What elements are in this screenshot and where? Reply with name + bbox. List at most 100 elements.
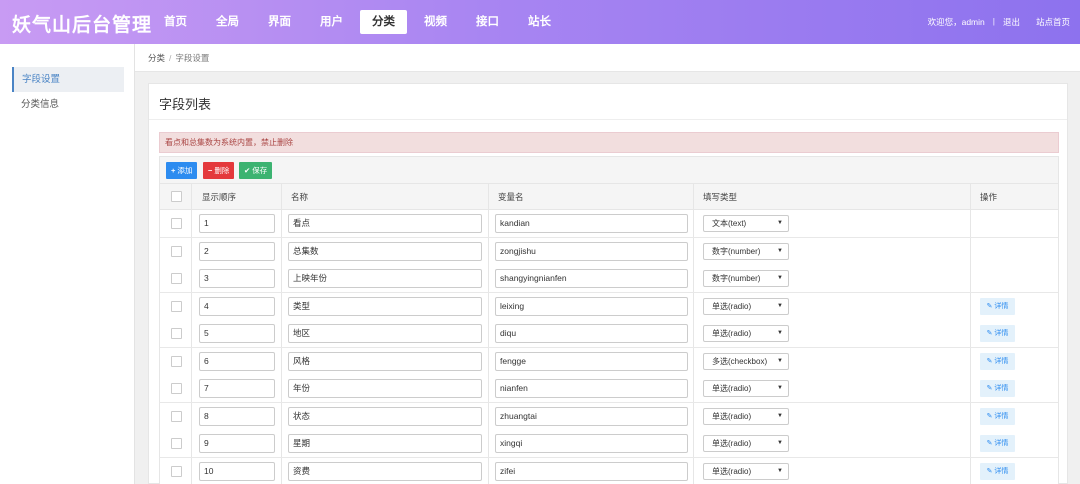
order-input[interactable]: 1: [199, 214, 275, 233]
name-input[interactable]: 风格: [288, 351, 482, 371]
name-input[interactable]: 年份: [288, 379, 482, 398]
logout-link[interactable]: 退出: [1003, 16, 1020, 28]
order-input[interactable]: 8: [199, 406, 275, 426]
name-input[interactable]: 地区: [288, 324, 482, 343]
sidebar-item-category-info[interactable]: 分类信息: [12, 92, 124, 117]
row-checkbox[interactable]: [171, 218, 182, 229]
order-input[interactable]: 7: [199, 379, 275, 398]
input-type-select[interactable]: 单选(radio) ▼: [703, 435, 789, 452]
detail-button[interactable]: ✎ 详情: [980, 297, 1015, 315]
save-button[interactable]: ✔ 保存: [239, 162, 273, 179]
breadcrumb-root[interactable]: 分类: [148, 53, 165, 63]
nav-webmaster[interactable]: 站长: [516, 10, 563, 34]
detail-button[interactable]: ✎ 详情: [980, 380, 1015, 397]
input-type-select[interactable]: 单选(radio) ▼: [703, 380, 789, 397]
row-checkbox[interactable]: [171, 383, 182, 394]
table-row: 1 看点 kandian 文本(text) ▼: [159, 210, 1059, 238]
order-input[interactable]: 10: [199, 461, 275, 481]
nav-video[interactable]: 视频: [412, 10, 459, 34]
divider: [693, 265, 694, 292]
nav-api[interactable]: 接口: [464, 10, 511, 34]
order-input[interactable]: 2: [199, 241, 275, 261]
top-header: 妖气山后台管理 首页 全局 界面 用户 分类 视频 接口 站长 欢迎您，admi…: [0, 0, 1080, 44]
variable-input[interactable]: nianfen: [495, 379, 688, 398]
caret-down-icon: ▼: [777, 220, 783, 226]
nav-category[interactable]: 分类: [360, 10, 407, 34]
order-input[interactable]: 3: [199, 269, 275, 288]
variable-input[interactable]: leixing: [495, 296, 688, 316]
input-type-select[interactable]: 数字(number) ▼: [703, 242, 789, 260]
input-type-value: 单选(radio): [712, 411, 752, 421]
nav-interface[interactable]: 界面: [256, 10, 303, 34]
input-type-select[interactable]: 单选(radio) ▼: [703, 325, 789, 342]
variable-input[interactable]: shangyingnianfen: [495, 269, 688, 288]
add-button[interactable]: + 添加: [166, 162, 198, 179]
name-input[interactable]: 资费: [288, 461, 482, 481]
row-checkbox[interactable]: [171, 465, 182, 477]
sidebar-item-field-settings[interactable]: 字段设置: [12, 67, 124, 92]
input-type-select[interactable]: 文本(text) ▼: [703, 215, 789, 232]
order-input[interactable]: 9: [199, 434, 275, 453]
divider: [281, 430, 282, 457]
variable-input[interactable]: diqu: [495, 324, 688, 343]
app-logo[interactable]: 妖气山后台管理: [12, 10, 152, 37]
delete-button[interactable]: − 删除: [203, 162, 235, 179]
divider: [970, 184, 971, 209]
detail-button[interactable]: ✎ 详情: [980, 435, 1015, 452]
divider: [281, 375, 282, 402]
name-input[interactable]: 上映年份: [288, 269, 482, 288]
name-input[interactable]: 星期: [288, 434, 482, 453]
variable-input[interactable]: fengge: [495, 351, 688, 371]
input-type-select[interactable]: 单选(radio) ▼: [703, 462, 789, 480]
name-input[interactable]: 总集数: [288, 241, 482, 261]
row-checkbox[interactable]: [171, 328, 182, 339]
divider: [149, 119, 1067, 120]
detail-button-label: 详情: [994, 330, 1009, 337]
input-type-select[interactable]: 数字(number) ▼: [703, 270, 789, 287]
row-checkbox[interactable]: [171, 438, 182, 449]
divider: [970, 320, 971, 347]
caret-down-icon: ▼: [777, 330, 783, 336]
divider: [488, 430, 489, 457]
input-type-value: 文本(text): [712, 219, 747, 228]
variable-input[interactable]: zifei: [495, 461, 688, 481]
detail-button[interactable]: ✎ 详情: [980, 407, 1015, 425]
welcome-text: 欢迎您，admin: [927, 17, 985, 27]
row-checkbox[interactable]: [171, 300, 182, 312]
variable-input[interactable]: xingqi: [495, 434, 688, 453]
row-checkbox[interactable]: [171, 410, 182, 422]
caret-down-icon: ▼: [777, 440, 783, 446]
variable-input[interactable]: kandian: [495, 214, 688, 233]
table-header: 显示顺序 名称 变量名 填写类型 操作: [159, 184, 1059, 210]
order-input[interactable]: 4: [199, 296, 275, 316]
site-home-link[interactable]: 站点首页: [1036, 16, 1070, 28]
divider: [191, 265, 192, 292]
name-input[interactable]: 看点: [288, 214, 482, 233]
row-checkbox[interactable]: [171, 245, 182, 257]
variable-input[interactable]: zongjishu: [495, 241, 688, 261]
order-input[interactable]: 5: [199, 324, 275, 343]
nav-home[interactable]: 首页: [152, 10, 199, 34]
detail-button[interactable]: ✎ 详情: [980, 352, 1015, 370]
select-all-checkbox[interactable]: [171, 191, 182, 202]
divider: [488, 210, 489, 237]
order-input[interactable]: 6: [199, 351, 275, 371]
nav-global[interactable]: 全局: [204, 10, 251, 34]
divider: [693, 210, 694, 237]
detail-button[interactable]: ✎ 详情: [980, 462, 1015, 480]
sidebar: 字段设置 分类信息: [0, 44, 135, 484]
name-input[interactable]: 类型: [288, 296, 482, 316]
detail-button[interactable]: ✎ 详情: [980, 325, 1015, 342]
input-type-select[interactable]: 单选(radio) ▼: [703, 297, 789, 315]
input-type-select[interactable]: 单选(radio) ▼: [703, 407, 789, 425]
name-input[interactable]: 状态: [288, 406, 482, 426]
input-type-select[interactable]: 多选(checkbox) ▼: [703, 352, 789, 370]
caret-down-icon: ▼: [777, 357, 783, 364]
nav-users[interactable]: 用户: [308, 10, 355, 34]
divider: [191, 430, 192, 457]
divider: [191, 320, 192, 347]
variable-input[interactable]: zhuangtai: [495, 406, 688, 426]
row-checkbox[interactable]: [171, 273, 182, 284]
row-checkbox[interactable]: [171, 355, 182, 367]
divider: [191, 457, 192, 484]
